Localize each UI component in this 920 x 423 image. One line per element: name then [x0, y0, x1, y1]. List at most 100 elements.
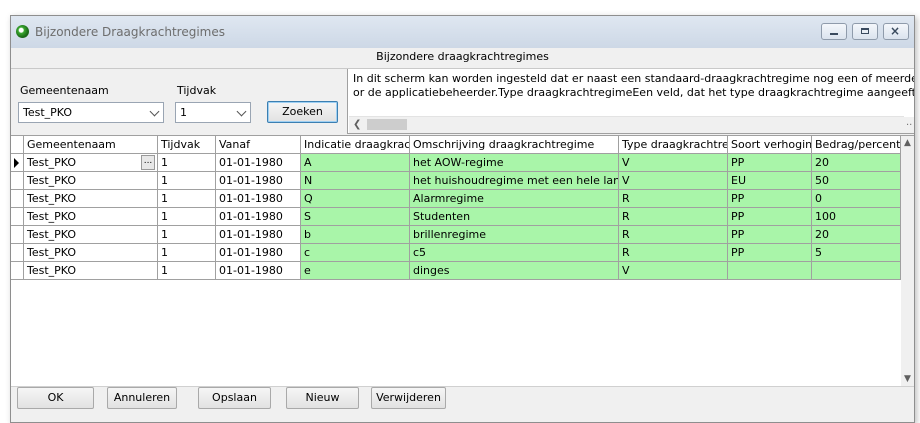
- maximize-button[interactable]: [852, 23, 878, 40]
- table-cell[interactable]: Alarmregime: [410, 190, 619, 208]
- table-cell[interactable]: PP: [728, 208, 812, 226]
- scroll-corner: ..: [904, 117, 914, 133]
- table-cell[interactable]: 50: [812, 172, 901, 190]
- table-cell[interactable]: het huishoudregime met een hele lange na: [410, 172, 619, 190]
- table-cell[interactable]: Test_PKO: [24, 262, 158, 280]
- table-cell[interactable]: 01-01-1980: [216, 208, 301, 226]
- table-row[interactable]: Test_PKO ... 1 01-01-1980 A het AOW-regi…: [11, 154, 901, 172]
- table-cell[interactable]: S: [301, 208, 410, 226]
- table-cell[interactable]: V: [619, 172, 728, 190]
- table-cell[interactable]: Test_PKO: [24, 244, 158, 262]
- table-cell[interactable]: 01-01-1980: [216, 244, 301, 262]
- table-cell[interactable]: 5: [812, 244, 901, 262]
- table-cell[interactable]: V: [619, 262, 728, 280]
- grid-vertical-scrollbar[interactable]: ▲ ▼: [901, 136, 914, 386]
- table-cell[interactable]: het AOW-regime: [410, 154, 619, 172]
- lookup-button[interactable]: ...: [141, 155, 155, 170]
- table-cell[interactable]: PP: [728, 226, 812, 244]
- table-cell[interactable]: 01-01-1980: [216, 154, 301, 172]
- table-cell[interactable]: 1: [158, 154, 216, 172]
- row-header[interactable]: [11, 262, 24, 280]
- save-button[interactable]: Opslaan: [198, 387, 271, 409]
- table-cell[interactable]: Test_PKO: [24, 226, 158, 244]
- table-row[interactable]: Test_PKO 1 01-01-1980 S Studenten R PP 1…: [11, 208, 901, 226]
- table-cell[interactable]: PP: [728, 190, 812, 208]
- chevron-down-icon: [236, 106, 247, 117]
- table-cell[interactable]: 1: [158, 244, 216, 262]
- row-header[interactable]: [11, 154, 24, 172]
- minimize-button[interactable]: [821, 23, 847, 40]
- table-cell[interactable]: dinges: [410, 262, 619, 280]
- table-cell[interactable]: Test_PKO: [24, 190, 158, 208]
- table-cell[interactable]: Test_PKO: [24, 208, 158, 226]
- table-cell[interactable]: 0: [812, 190, 901, 208]
- table-cell[interactable]: 01-01-1980: [216, 262, 301, 280]
- table-cell[interactable]: N: [301, 172, 410, 190]
- row-header[interactable]: [11, 208, 24, 226]
- table-cell[interactable]: e: [301, 262, 410, 280]
- table-cell[interactable]: c: [301, 244, 410, 262]
- tijdvak-select[interactable]: 1: [175, 102, 251, 123]
- table-cell[interactable]: 01-01-1980: [216, 226, 301, 244]
- column-header[interactable]: Vanaf: [216, 136, 301, 154]
- table-cell[interactable]: 01-01-1980: [216, 172, 301, 190]
- scroll-thumb[interactable]: [367, 119, 407, 130]
- table-cell[interactable]: b: [301, 226, 410, 244]
- table-cell[interactable]: A: [301, 154, 410, 172]
- column-header[interactable]: Gemeentenaam: [24, 136, 158, 154]
- table-cell[interactable]: 01-01-1980: [216, 190, 301, 208]
- table-row[interactable]: Test_PKO 1 01-01-1980 c c5 R PP 5: [11, 244, 901, 262]
- table-cell[interactable]: [728, 262, 812, 280]
- table-cell[interactable]: EU: [728, 172, 812, 190]
- row-header[interactable]: [11, 190, 24, 208]
- table-cell[interactable]: R: [619, 190, 728, 208]
- table-cell[interactable]: V: [619, 154, 728, 172]
- info-textbox[interactable]: In dit scherm kan worden ingesteld dat e…: [347, 69, 915, 134]
- new-button[interactable]: Nieuw: [286, 387, 359, 409]
- table-cell[interactable]: brillenregime: [410, 226, 619, 244]
- search-button[interactable]: Zoeken: [267, 101, 338, 123]
- table-row[interactable]: Test_PKO 1 01-01-1980 N het huishoudregi…: [11, 172, 901, 190]
- table-cell[interactable]: Test_PKO ...: [24, 154, 158, 172]
- cancel-button[interactable]: Annuleren: [107, 387, 177, 409]
- table-cell[interactable]: PP: [728, 154, 812, 172]
- table-cell[interactable]: 20: [812, 226, 901, 244]
- table-cell[interactable]: Studenten: [410, 208, 619, 226]
- ok-button[interactable]: OK: [17, 387, 94, 409]
- table-cell[interactable]: Test_PKO: [24, 172, 158, 190]
- scroll-left-icon[interactable]: ❮: [353, 119, 361, 130]
- table-cell[interactable]: [812, 262, 901, 280]
- close-button[interactable]: ×: [883, 23, 909, 40]
- table-cell[interactable]: 1: [158, 172, 216, 190]
- table-cell[interactable]: R: [619, 208, 728, 226]
- scroll-up-icon[interactable]: ▲: [904, 138, 911, 148]
- table-cell[interactable]: R: [619, 226, 728, 244]
- table-cell[interactable]: PP: [728, 244, 812, 262]
- table-cell[interactable]: R: [619, 244, 728, 262]
- table-cell[interactable]: 1: [158, 226, 216, 244]
- info-line-2: or de applicatiebeheerder.Type draagkrac…: [353, 86, 915, 99]
- gemeente-select[interactable]: Test_PKO: [18, 102, 164, 123]
- info-horizontal-scrollbar[interactable]: ❮: [349, 116, 904, 133]
- table-row[interactable]: Test_PKO 1 01-01-1980 b brillenregime R …: [11, 226, 901, 244]
- table-cell[interactable]: 1: [158, 190, 216, 208]
- column-header[interactable]: Soort verhoging: [728, 136, 812, 154]
- table-row[interactable]: Test_PKO 1 01-01-1980 Q Alarmregime R PP…: [11, 190, 901, 208]
- table-cell[interactable]: 100: [812, 208, 901, 226]
- column-header[interactable]: Indicatie draagkrachtre: [301, 136, 410, 154]
- table-cell[interactable]: 20: [812, 154, 901, 172]
- table-cell[interactable]: 1: [158, 208, 216, 226]
- column-header[interactable]: Tijdvak: [158, 136, 216, 154]
- scroll-down-icon[interactable]: ▼: [904, 374, 911, 384]
- column-header[interactable]: Bedrag/percentage: [812, 136, 901, 154]
- table-cell[interactable]: c5: [410, 244, 619, 262]
- column-header[interactable]: Omschrijving draagkrachtregime: [410, 136, 619, 154]
- table-cell[interactable]: 1: [158, 262, 216, 280]
- table-row[interactable]: Test_PKO 1 01-01-1980 e dinges V: [11, 262, 901, 280]
- table-cell[interactable]: Q: [301, 190, 410, 208]
- row-header[interactable]: [11, 172, 24, 190]
- delete-button[interactable]: Verwijderen: [371, 387, 446, 409]
- row-header[interactable]: [11, 244, 24, 262]
- row-header[interactable]: [11, 226, 24, 244]
- column-header[interactable]: Type draagkrachtregime: [619, 136, 728, 154]
